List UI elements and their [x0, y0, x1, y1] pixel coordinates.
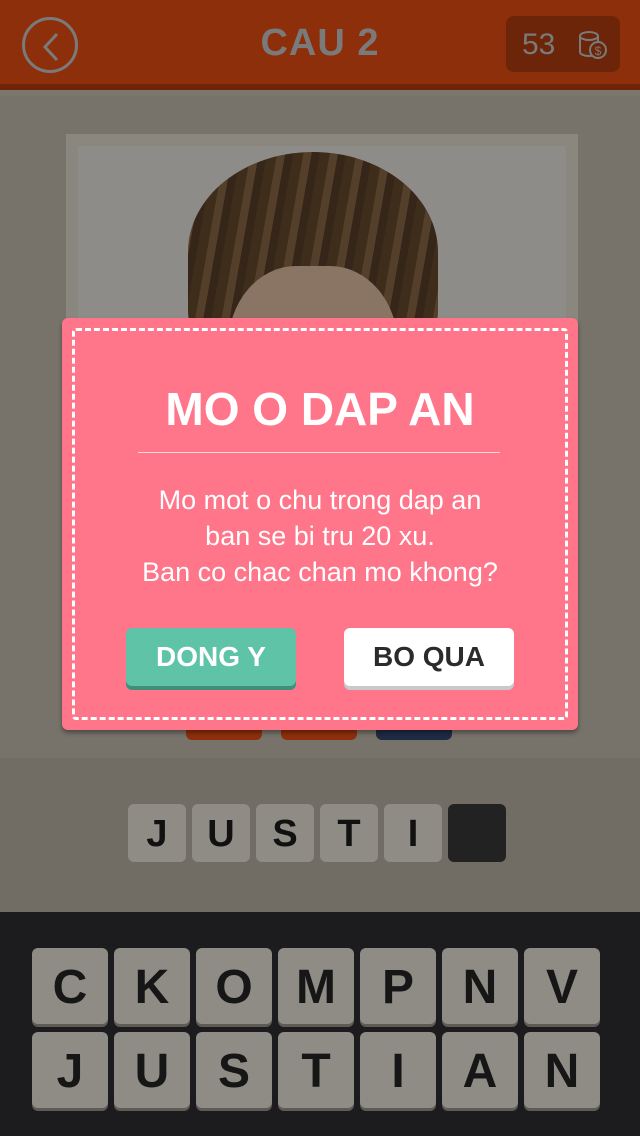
dialog-message-line: Ban co chac chan mo khong? — [142, 557, 498, 587]
dialog-message-line: ban se bi tru 20 xu. — [205, 521, 435, 551]
dialog-message-line: Mo mot o chu trong dap an — [158, 485, 482, 515]
dialog-divider — [138, 452, 500, 453]
dialog-title: MO O DAP AN — [165, 383, 475, 435]
cancel-button[interactable]: BO QUA — [344, 628, 514, 686]
confirm-button[interactable]: DONG Y — [126, 628, 296, 686]
dialog-message: Mo mot o chu trong dap an ban se bi tru … — [82, 482, 558, 590]
reveal-letter-dialog: MO O DAP AN Mo mot o chu trong dap an ba… — [62, 318, 578, 730]
